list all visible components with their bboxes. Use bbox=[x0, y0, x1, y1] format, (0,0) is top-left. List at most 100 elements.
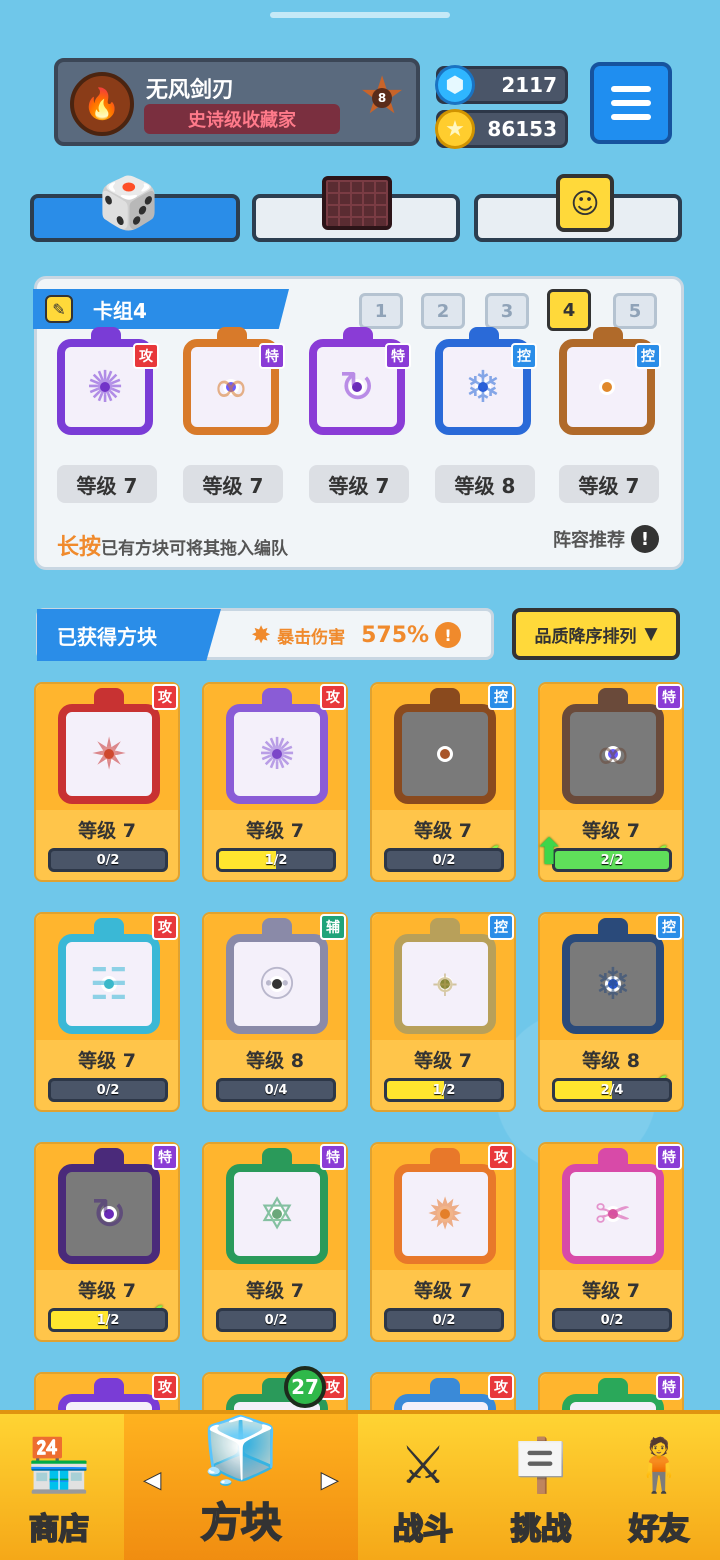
progress-text: 0/2 bbox=[600, 1312, 624, 1328]
block-type-tag: 攻 bbox=[133, 343, 159, 369]
nav-friends[interactable]: 🧍 好友 bbox=[600, 1414, 718, 1560]
shop-icon: 🏪 bbox=[26, 1436, 92, 1496]
obtained-header: 已获得方块 ✸ 暴击伤害 575% ! bbox=[36, 608, 494, 661]
deck-card-level: 等级 7 bbox=[57, 465, 157, 503]
nav-blocks-label: 方块 bbox=[200, 1499, 282, 1547]
nav-challenge[interactable]: 🪧 挑战 bbox=[482, 1414, 600, 1560]
nav-blocks[interactable]: 🧊 方块 27 ◀ ▶ bbox=[124, 1366, 358, 1560]
crit-value: 575% bbox=[361, 622, 430, 648]
block-type-tag: 特 bbox=[656, 1374, 682, 1400]
block-glyph-icon: ✺ bbox=[86, 361, 124, 413]
deck-title: 卡组4 bbox=[93, 298, 147, 323]
upgrade-progress-bar: 1/2 bbox=[48, 1308, 168, 1332]
upgrade-progress-bar: 0/2 bbox=[552, 1308, 672, 1332]
upgrade-progress-bar: 2/2 bbox=[552, 848, 672, 872]
info-icon[interactable]: ! bbox=[435, 622, 462, 648]
nav-battle[interactable]: ⚔ 战斗 bbox=[364, 1414, 482, 1560]
block-type-tag: 特 bbox=[320, 1144, 346, 1170]
gem-counter[interactable]: ⬢ 2117 bbox=[435, 65, 568, 105]
block-level: 等级 7 bbox=[414, 1280, 472, 1302]
drag-hint: 长按已有方块可将其拖入编队 bbox=[57, 529, 288, 561]
upgrade-progress-bar: 0/2 bbox=[48, 1078, 168, 1102]
upgrade-progress-bar: 1/2 bbox=[384, 1078, 504, 1102]
owned-block-card[interactable]: ✺ 攻等级 7 1/2 bbox=[202, 682, 348, 882]
friend-figure-icon: 🧍 bbox=[626, 1436, 692, 1496]
owned-block-card[interactable]: ↻特✔等级 71/2 bbox=[34, 1142, 180, 1342]
block-level: 等级 7 bbox=[78, 1280, 136, 1302]
hint-highlight: 长按 bbox=[57, 535, 102, 560]
block-level: 等级 8 bbox=[582, 1050, 640, 1072]
block-type-tag: 攻 bbox=[488, 1144, 514, 1170]
nav-shop-label: 商店 bbox=[28, 1511, 90, 1548]
deck-card-level: 等级 7 bbox=[559, 465, 659, 503]
progress-text: 0/2 bbox=[96, 852, 120, 868]
left-arrow-icon[interactable]: ◀ bbox=[144, 1468, 162, 1494]
block-type-tag: 特 bbox=[385, 343, 411, 369]
owned-block-card[interactable]: ✂ 特等级 7 0/2 bbox=[538, 1142, 684, 1342]
deck-card[interactable]: ❄ 控 bbox=[431, 327, 539, 443]
block-glyph-icon: ❄ bbox=[464, 361, 502, 413]
board-icon bbox=[322, 168, 392, 238]
deck-slot-5[interactable]: 5 bbox=[613, 293, 657, 329]
progress-text: 0/2 bbox=[432, 1312, 456, 1328]
emote-tab[interactable]: ☺ bbox=[474, 174, 682, 242]
owned-block-card[interactable]: ❄控✔等级 82/4 bbox=[538, 912, 684, 1112]
progress-text: 0/2 bbox=[96, 1082, 120, 1098]
progress-text: 0/2 bbox=[432, 852, 456, 868]
exclamation-icon: ! bbox=[631, 525, 659, 553]
deck-card[interactable]: ✺ 攻 bbox=[53, 327, 161, 443]
deck-slot-2[interactable]: 2 bbox=[421, 293, 465, 329]
progress-text: 1/2 bbox=[264, 852, 288, 868]
hint-text: 已有方块可将其拖入编队 bbox=[101, 539, 289, 559]
nav-challenge-label: 挑战 bbox=[510, 1511, 572, 1548]
board-tab[interactable] bbox=[252, 176, 460, 242]
block-core-dot bbox=[599, 379, 615, 395]
lineup-recommend-button[interactable]: 阵容推荐 ! bbox=[553, 525, 659, 553]
crit-damage-stat[interactable]: ✸ 暴击伤害 575% ! bbox=[251, 621, 462, 649]
owned-block-card[interactable]: ✷ 攻等级 7 0/2 bbox=[34, 682, 180, 882]
block-glyph-icon: ✺ bbox=[258, 728, 296, 780]
pencil-icon[interactable]: ✎ bbox=[45, 295, 73, 323]
nav-friends-label: 好友 bbox=[628, 1511, 690, 1548]
upgrade-progress-bar: 2/4 bbox=[552, 1078, 672, 1102]
owned-block-card[interactable]: 控✔等级 70/2 bbox=[370, 682, 516, 882]
deck-title-banner[interactable]: ✎ 卡组4 bbox=[33, 289, 289, 329]
deck-card[interactable]: 控 bbox=[555, 327, 663, 443]
deck-slot-3[interactable]: 3 bbox=[485, 293, 529, 329]
dice-icon: 🎲 bbox=[97, 173, 161, 232]
owned-block-card[interactable]: ✹ 攻等级 7 0/2 bbox=[370, 1142, 516, 1342]
upgrade-progress-bar: 0/4 bbox=[216, 1078, 336, 1102]
deck-card[interactable]: ∞ 特 bbox=[179, 327, 287, 443]
progress-text: 1/2 bbox=[432, 1082, 456, 1098]
upgrade-progress-bar: 0/2 bbox=[384, 1308, 504, 1332]
deck-slot-4[interactable]: 4 bbox=[547, 289, 591, 331]
block-glyph-icon: ✡ bbox=[258, 1188, 296, 1240]
owned-block-card[interactable]: ⚇ 辅等级 8 0/4 bbox=[202, 912, 348, 1112]
hamburger-menu-button[interactable] bbox=[590, 62, 672, 144]
progress-text: 2/2 bbox=[600, 852, 624, 868]
coin-count: 86153 bbox=[487, 117, 557, 141]
fire-emblem-icon: 🔥 bbox=[70, 72, 134, 136]
block-type-tag: 攻 bbox=[488, 1374, 514, 1400]
coin-counter[interactable]: ★ 86153 bbox=[435, 109, 568, 149]
block-glyph-icon: ✂ bbox=[594, 1188, 632, 1240]
block-frame bbox=[394, 704, 496, 804]
block-type-tag: 控 bbox=[488, 914, 514, 940]
nav-shop[interactable]: 🏪 商店 bbox=[0, 1414, 118, 1560]
sort-dropdown[interactable]: 品质降序排列 ▼ bbox=[512, 608, 680, 660]
block-type-tag: 特 bbox=[259, 343, 285, 369]
player-profile-card[interactable]: 🔥 无风剑刃 史诗级收藏家 ★ 8 bbox=[54, 58, 420, 146]
dice-tab[interactable]: 🎲 bbox=[30, 174, 240, 242]
block-glyph-icon: ∞ bbox=[594, 728, 632, 780]
block-type-tag: 特 bbox=[152, 1144, 178, 1170]
owned-block-card[interactable]: ⌖ 控等级 7 1/2 bbox=[370, 912, 516, 1112]
block-glyph-icon: ☷ bbox=[89, 958, 129, 1010]
deck-card[interactable]: ↻ 特 bbox=[305, 327, 413, 443]
deck-slot-1[interactable]: 1 bbox=[359, 293, 403, 329]
right-arrow-icon[interactable]: ▶ bbox=[321, 1468, 339, 1494]
owned-block-card[interactable]: ✡ 特等级 7 0/2 bbox=[202, 1142, 348, 1342]
block-type-tag: 特 bbox=[656, 1144, 682, 1170]
owned-block-card[interactable]: ☷ 攻等级 7 0/2 bbox=[34, 912, 180, 1112]
owned-block-card[interactable]: ∞特✔等级 72/2⬆ bbox=[534, 682, 684, 882]
player-name: 无风剑刃 bbox=[146, 78, 235, 103]
